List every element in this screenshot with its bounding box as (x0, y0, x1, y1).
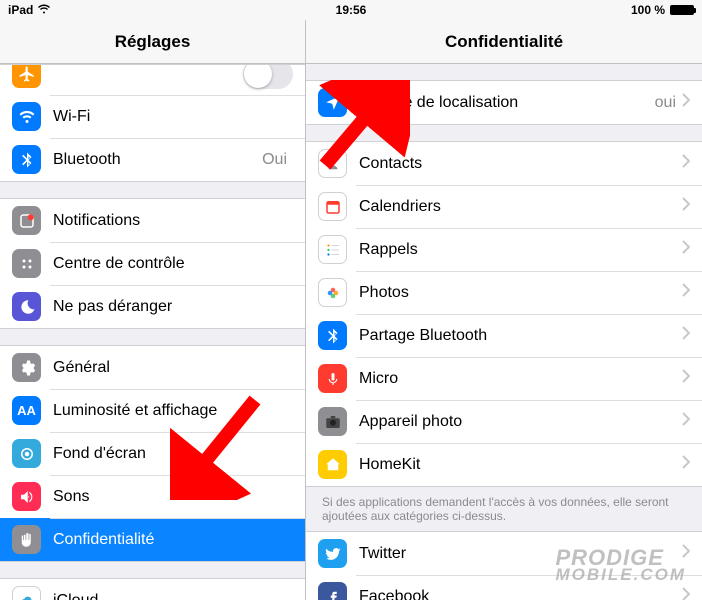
label: Micro (359, 370, 682, 388)
chevron-right-icon (682, 93, 690, 112)
label: Centre de contrôle (53, 255, 293, 273)
label: Twitter (359, 545, 682, 563)
clock: 19:56 (336, 3, 367, 17)
detail-footer-text: Si des applications demandent l'accès à … (306, 487, 702, 531)
label: HomeKit (359, 456, 682, 474)
label: Calendriers (359, 198, 682, 216)
sidebar-title: Réglages (0, 20, 305, 64)
battery-percent: 100 % (631, 3, 665, 17)
label: Bluetooth (53, 151, 262, 169)
chevron-right-icon (682, 587, 690, 600)
sidebar-item-notifications[interactable]: Notifications (0, 199, 305, 242)
battery-icon (670, 5, 694, 15)
detail-item-location[interactable]: Service de localisation oui (306, 81, 702, 124)
notifications-icon (12, 206, 41, 235)
label: Appareil photo (359, 413, 682, 431)
microphone-icon (318, 364, 347, 393)
detail-item-contacts[interactable]: Contacts (306, 142, 702, 185)
home-icon (318, 450, 347, 479)
camera-icon (318, 407, 347, 436)
label: Facebook (359, 588, 682, 600)
sidebar-item-general[interactable]: Général (0, 346, 305, 389)
sidebar-item-display[interactable]: AA Luminosité et affichage (0, 389, 305, 432)
control-center-icon (12, 249, 41, 278)
chevron-right-icon (682, 455, 690, 474)
label: Rappels (359, 241, 682, 259)
value: oui (655, 94, 676, 112)
detail-pane: Confidentialité Service de localisation … (306, 20, 702, 600)
hand-icon (12, 525, 41, 554)
detail-item-calendars[interactable]: Calendriers (306, 185, 702, 228)
detail-item-photos[interactable]: Photos (306, 271, 702, 314)
photos-icon (318, 278, 347, 307)
detail-item-reminders[interactable]: Rappels (306, 228, 702, 271)
sidebar-item-wifi[interactable]: Wi-Fi (0, 95, 305, 138)
chevron-right-icon (682, 544, 690, 563)
sidebar-item-privacy[interactable]: Confidentialité (0, 518, 305, 561)
chevron-right-icon (682, 412, 690, 431)
detail-title: Confidentialité (306, 20, 702, 64)
chevron-right-icon (682, 369, 690, 388)
label: Fond d'écran (53, 445, 293, 463)
airplane-icon (12, 65, 41, 88)
label: Photos (359, 284, 682, 302)
chevron-right-icon (682, 283, 690, 302)
reminders-icon (318, 235, 347, 264)
detail-item-bluetooth-share[interactable]: Partage Bluetooth (306, 314, 702, 357)
label: Contacts (359, 155, 682, 173)
sidebar-item-dnd[interactable]: Ne pas déranger (0, 285, 305, 328)
sidebar-item-wallpaper[interactable]: Fond d'écran (0, 432, 305, 475)
device-name: iPad (8, 3, 33, 17)
bluetooth-share-icon (318, 321, 347, 350)
gear-icon (12, 353, 41, 382)
settings-sidebar: Réglages Wi-Fi Bluetooth Oui Notificatio… (0, 20, 306, 600)
label: Notifications (53, 212, 293, 230)
contacts-icon (318, 149, 347, 178)
chevron-right-icon (682, 326, 690, 345)
wifi-status-icon (37, 3, 51, 17)
value: Oui (262, 151, 287, 169)
sidebar-item-sounds[interactable]: Sons (0, 475, 305, 518)
speaker-icon (12, 482, 41, 511)
label: Confidentialité (53, 531, 293, 549)
cloud-icon (12, 586, 41, 600)
facebook-icon (318, 582, 347, 600)
label: Général (53, 359, 293, 377)
airplane-toggle[interactable] (243, 65, 293, 89)
detail-item-camera[interactable]: Appareil photo (306, 400, 702, 443)
moon-icon (12, 292, 41, 321)
label: Ne pas déranger (53, 298, 293, 316)
label: Service de localisation (359, 94, 655, 112)
status-bar: iPad 19:56 100 % (0, 0, 702, 20)
detail-item-micro[interactable]: Micro (306, 357, 702, 400)
sidebar-item-control-center[interactable]: Centre de contrôle (0, 242, 305, 285)
label: Wi-Fi (53, 108, 293, 126)
label: Luminosité et affichage (53, 402, 293, 420)
label: Sons (53, 488, 293, 506)
twitter-icon (318, 539, 347, 568)
chevron-right-icon (682, 197, 690, 216)
calendar-icon (318, 192, 347, 221)
chevron-right-icon (682, 240, 690, 259)
detail-item-facebook[interactable]: Facebook (306, 575, 702, 600)
label: iCloud (53, 592, 293, 600)
display-icon: AA (12, 396, 41, 425)
detail-item-twitter[interactable]: Twitter (306, 532, 702, 575)
location-arrow-icon (318, 88, 347, 117)
wallpaper-icon (12, 439, 41, 468)
chevron-right-icon (682, 154, 690, 173)
sidebar-item-bluetooth[interactable]: Bluetooth Oui (0, 138, 305, 181)
detail-item-homekit[interactable]: HomeKit (306, 443, 702, 486)
label: Partage Bluetooth (359, 327, 682, 345)
bluetooth-icon (12, 145, 41, 174)
sidebar-item-icloud[interactable]: iCloud (0, 579, 305, 600)
wifi-icon (12, 102, 41, 131)
sidebar-item-airplane[interactable] (0, 65, 305, 95)
